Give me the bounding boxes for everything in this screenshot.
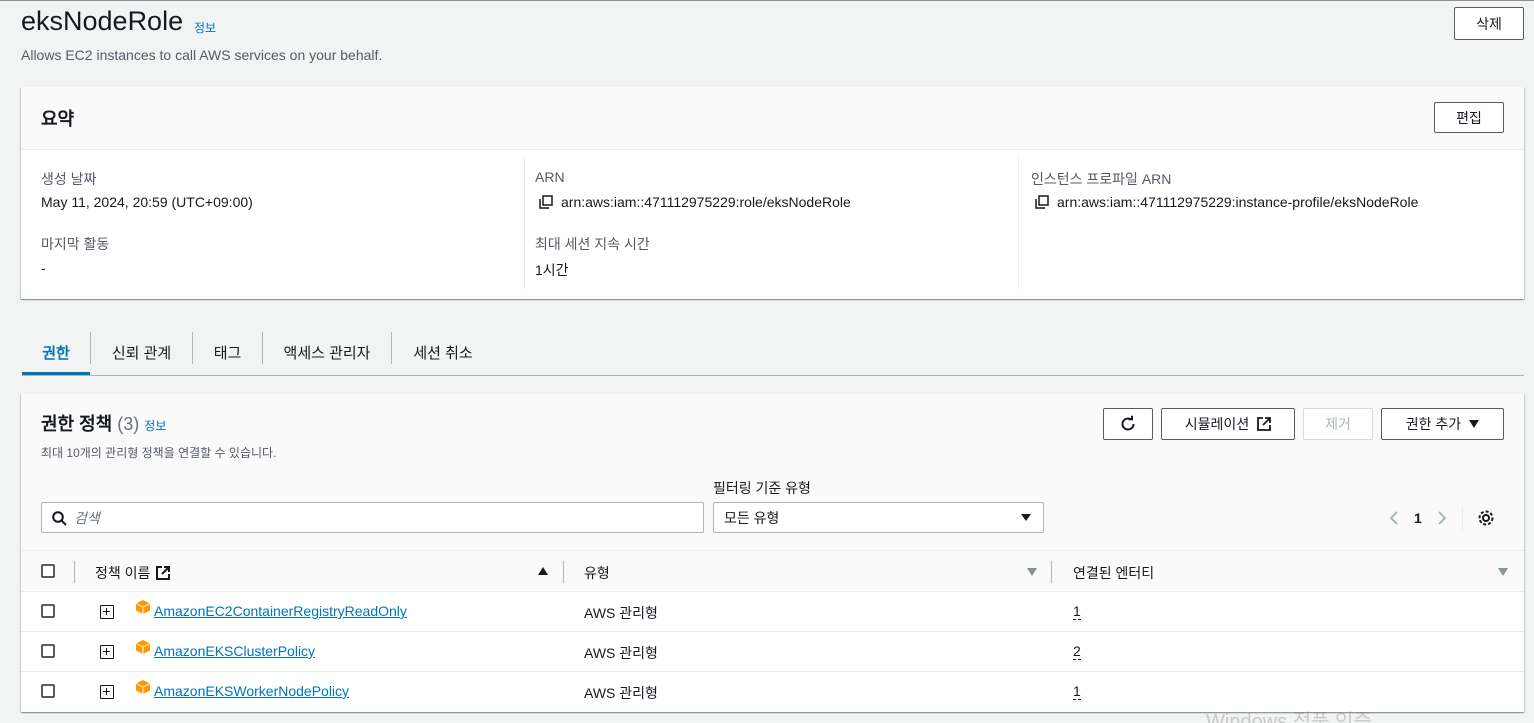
- policy-link[interactable]: AmazonEKSWorkerNodePolicy: [154, 683, 349, 699]
- copy-icon[interactable]: [1035, 195, 1049, 209]
- simulate-label: 시뮬레이션: [1184, 416, 1250, 432]
- external-link-icon: [1257, 417, 1272, 431]
- aws-managed-policy-icon: [135, 680, 151, 694]
- filter-type-select[interactable]: 모든 유형: [713, 502, 1044, 533]
- row-checkbox[interactable]: [41, 644, 55, 658]
- policy-link[interactable]: AmazonEC2ContainerRegistryReadOnly: [154, 603, 407, 619]
- pagination: 1: [1388, 506, 1495, 530]
- permissions-title-text: 권한 정책: [41, 414, 113, 434]
- column-type-label: 유형: [584, 565, 610, 581]
- tab-access-advisor[interactable]: 액세스 관리자: [263, 329, 391, 375]
- tab-revoke-sessions[interactable]: 세션 취소: [392, 329, 494, 375]
- refresh-icon: [1121, 415, 1135, 431]
- role-description: Allows EC2 instances to call AWS service…: [21, 47, 383, 63]
- instance-profile-value: arn:aws:iam::471112975229:instance-profi…: [1035, 194, 1418, 210]
- sort-icon[interactable]: [1498, 568, 1508, 576]
- column-separator: [1051, 561, 1052, 583]
- column-divider: [524, 157, 525, 289]
- summary-panel: 요약 편집 생성 날짜 May 11, 2024, 20:59 (UTC+09:…: [21, 87, 1524, 299]
- summary-title: 요약: [41, 109, 75, 129]
- expand-icon[interactable]: [100, 685, 114, 699]
- gear-icon[interactable]: [1477, 509, 1495, 527]
- column-separator: [563, 561, 564, 583]
- attached-entities-count[interactable]: 1: [1073, 683, 1081, 700]
- instance-profile-label: 인스턴스 프로파일 ARN: [1031, 171, 1172, 187]
- search-input[interactable]: [74, 508, 674, 528]
- attached-entities-count[interactable]: 1: [1073, 603, 1081, 620]
- filter-type-label: 필터링 기준 유형: [713, 480, 811, 496]
- add-permissions-button[interactable]: 권한 추가: [1381, 408, 1504, 440]
- aws-managed-policy-icon: [135, 600, 151, 614]
- caret-down-icon: [1021, 514, 1031, 521]
- table-row: AmazonEC2ContainerRegistryReadOnly AWS 관…: [21, 592, 1524, 632]
- caret-down-icon: [1469, 420, 1480, 428]
- last-activity-value: -: [41, 260, 46, 276]
- title-info-link[interactable]: 정보: [194, 19, 216, 36]
- copy-icon[interactable]: [539, 195, 553, 209]
- page-title: eksNodeRole: [21, 6, 184, 36]
- table-row: AmazonEKSClusterPolicy AWS 관리형 2: [21, 632, 1524, 672]
- sort-ascending-icon[interactable]: [538, 567, 548, 575]
- arn-label: ARN: [535, 169, 565, 185]
- tab-trust-relationships[interactable]: 신뢰 관계: [91, 329, 192, 375]
- chevron-left-icon[interactable]: [1388, 510, 1400, 526]
- remove-button[interactable]: 제거: [1303, 408, 1373, 440]
- column-separator: [74, 561, 75, 583]
- expand-icon[interactable]: [100, 605, 114, 619]
- search-field[interactable]: [41, 502, 704, 533]
- active-tab-indicator: [22, 372, 90, 375]
- search-icon: [52, 511, 67, 526]
- simulate-button[interactable]: 시뮬레이션: [1161, 408, 1295, 440]
- select-all-checkbox[interactable]: [41, 564, 55, 578]
- filter-type-value: 모든 유형: [724, 509, 780, 526]
- permissions-info-link[interactable]: 정보: [144, 419, 166, 433]
- permissions-subtitle: 최대 10개의 관리형 정책을 연결할 수 있습니다.: [41, 446, 277, 460]
- table-header: 정책 이름 유형 연결된 엔터티: [21, 550, 1524, 592]
- created-value: May 11, 2024, 20:59 (UTC+09:00): [41, 194, 253, 210]
- policy-type: AWS 관리형: [584, 645, 658, 661]
- windows-activation-watermark: Windows 정품 인증: [1206, 711, 1372, 723]
- column-type[interactable]: 유형: [584, 563, 610, 583]
- tab-bar: 권한 신뢰 관계 태그 액세스 관리자 세션 취소: [22, 329, 1524, 376]
- column-entities[interactable]: 연결된 엔터티: [1073, 563, 1154, 583]
- column-divider: [1018, 157, 1019, 289]
- current-page[interactable]: 1: [1414, 510, 1422, 526]
- delete-button[interactable]: 삭제: [1454, 7, 1524, 40]
- external-link-icon: [156, 566, 171, 580]
- column-policy-name-label: 정책 이름: [95, 565, 151, 581]
- expand-icon[interactable]: [100, 645, 114, 659]
- tab-permissions[interactable]: 권한: [22, 329, 90, 375]
- sort-icon[interactable]: [1027, 568, 1037, 576]
- top-divider: [0, 0, 1534, 1]
- permissions-count: (3): [117, 414, 140, 434]
- pager-divider: [1461, 506, 1463, 530]
- instance-profile-text: arn:aws:iam::471112975229:instance-profi…: [1057, 194, 1419, 210]
- column-entities-label: 연결된 엔터티: [1073, 565, 1155, 581]
- max-session-value: 1시간: [535, 262, 569, 278]
- chevron-right-icon[interactable]: [1436, 510, 1448, 526]
- created-label: 생성 날짜: [41, 171, 97, 187]
- max-session-label: 최대 세션 지속 시간: [535, 236, 650, 252]
- policy-type: AWS 관리형: [584, 685, 658, 701]
- last-activity-label: 마지막 활동: [41, 236, 110, 252]
- arn-value: arn:aws:iam::471112975229:role/eksNodeRo…: [539, 194, 851, 210]
- policy-type: AWS 관리형: [584, 605, 658, 621]
- summary-header: 요약 편집: [21, 87, 1524, 150]
- permissions-panel: 권한 정책 (3) 정보 최대 10개의 관리형 정책을 연결할 수 있습니다.…: [21, 394, 1524, 712]
- row-checkbox[interactable]: [41, 604, 55, 618]
- refresh-button[interactable]: [1103, 408, 1153, 440]
- policy-link[interactable]: AmazonEKSClusterPolicy: [154, 643, 315, 659]
- arn-text: arn:aws:iam::471112975229:role/eksNodeRo…: [561, 194, 851, 210]
- edit-button[interactable]: 편집: [1434, 102, 1504, 133]
- permissions-title: 권한 정책 (3) 정보: [41, 410, 166, 436]
- attached-entities-count[interactable]: 2: [1073, 643, 1081, 660]
- aws-managed-policy-icon: [135, 640, 151, 654]
- column-policy-name[interactable]: 정책 이름: [95, 563, 171, 583]
- row-checkbox[interactable]: [41, 684, 55, 698]
- tab-tags[interactable]: 태그: [193, 329, 262, 375]
- add-permissions-label: 권한 추가: [1405, 416, 1462, 432]
